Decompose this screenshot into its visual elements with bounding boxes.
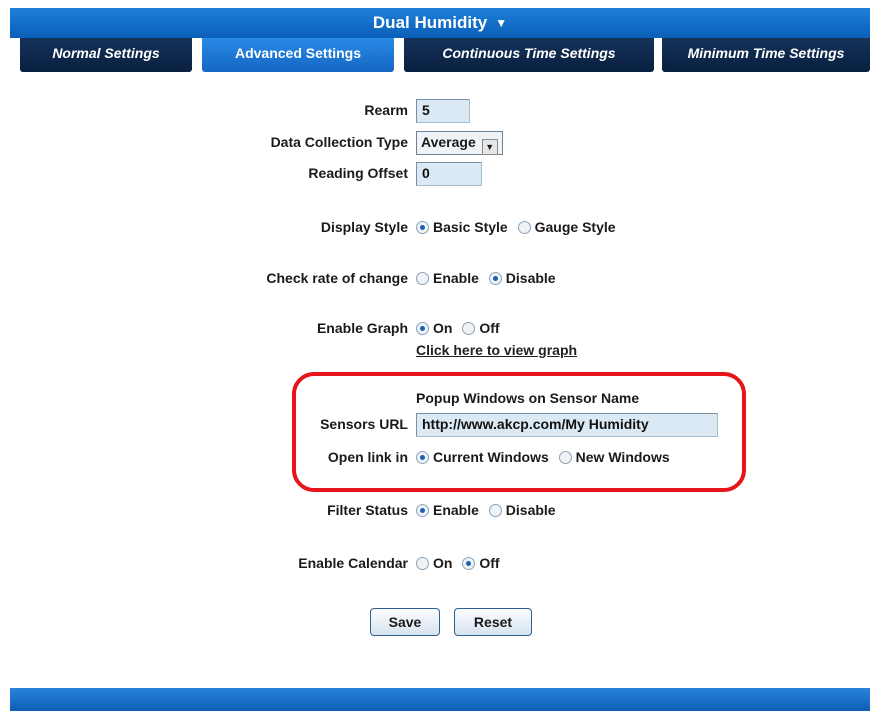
data-collection-type-select[interactable]: Average ▼ xyxy=(416,131,503,155)
radio-selected-icon[interactable] xyxy=(416,504,429,517)
sensors-url-label: Sensors URL xyxy=(320,416,408,432)
radio-unselected-icon[interactable] xyxy=(517,221,531,234)
tab-advanced-settings[interactable]: Advanced Settings xyxy=(202,38,394,72)
radio-selected-icon[interactable] xyxy=(462,557,476,570)
radio-selected-icon[interactable] xyxy=(488,272,502,285)
view-graph-row: Click here to view graph xyxy=(10,342,870,368)
window-title-bar[interactable]: Dual Humidity ▼ xyxy=(10,8,870,38)
radio-selected-icon[interactable] xyxy=(416,451,429,464)
radio-unselected-icon[interactable] xyxy=(462,322,476,335)
save-button[interactable]: Save xyxy=(370,608,440,636)
rate-of-change-label: Check rate of change xyxy=(266,270,408,286)
open-link-row: Open link in Current Windows New Windows xyxy=(10,446,870,472)
rate-of-change-disable-option[interactable]: Disable xyxy=(488,270,556,286)
open-link-new-option[interactable]: New Windows xyxy=(558,449,670,465)
data-collection-type-value: Average xyxy=(421,134,476,150)
open-link-current-option[interactable]: Current Windows xyxy=(416,449,549,465)
enable-calendar-off-option[interactable]: Off xyxy=(462,555,500,571)
radio-unselected-icon[interactable] xyxy=(488,504,502,517)
data-collection-type-row: Data Collection Type Average ▼ xyxy=(10,131,870,157)
open-link-label: Open link in xyxy=(327,449,408,465)
enable-graph-row: Enable Graph On Off xyxy=(10,317,870,343)
enable-graph-on-option[interactable]: On xyxy=(416,320,452,336)
page-title: Dual Humidity xyxy=(372,13,488,32)
radio-unselected-icon[interactable] xyxy=(416,557,429,570)
reset-button[interactable]: Reset xyxy=(454,608,532,636)
filter-status-row: Filter Status Enable Disable xyxy=(10,499,870,525)
enable-graph-off-option[interactable]: Off xyxy=(462,320,500,336)
view-graph-link[interactable]: Click here to view graph xyxy=(416,342,577,358)
dropdown-arrow-icon[interactable]: ▼ xyxy=(495,16,507,30)
filter-status-disable-option[interactable]: Disable xyxy=(488,502,556,518)
radio-selected-icon[interactable] xyxy=(416,322,429,335)
settings-tabs: Normal Settings Advanced Settings Contin… xyxy=(10,38,870,72)
reading-offset-label: Reading Offset xyxy=(308,165,408,181)
rearm-input[interactable]: 5 xyxy=(416,99,470,123)
enable-calendar-on-option[interactable]: On xyxy=(416,555,452,571)
tab-normal-settings[interactable]: Normal Settings xyxy=(20,38,192,72)
display-style-gauge-option[interactable]: Gauge Style xyxy=(517,219,616,235)
tab-continuous-time-settings[interactable]: Continuous Time Settings xyxy=(404,38,654,72)
filter-status-enable-option[interactable]: Enable xyxy=(416,502,479,518)
enable-calendar-label: Enable Calendar xyxy=(298,555,408,571)
filter-status-label: Filter Status xyxy=(327,502,408,518)
radio-selected-icon[interactable] xyxy=(416,221,429,234)
display-style-row: Display Style Basic Style Gauge Style xyxy=(10,216,870,242)
data-collection-type-label: Data Collection Type xyxy=(270,134,408,150)
chevron-down-icon[interactable]: ▼ xyxy=(481,139,498,155)
reading-offset-row: Reading Offset 0 xyxy=(10,162,870,188)
rate-of-change-enable-option[interactable]: Enable xyxy=(416,270,479,286)
enable-graph-label: Enable Graph xyxy=(316,320,408,336)
tab-minimum-time-settings[interactable]: Minimum Time Settings xyxy=(662,38,870,72)
rate-of-change-row: Check rate of change Enable Disable xyxy=(10,267,870,293)
footer-bar xyxy=(10,688,870,711)
sensors-url-input[interactable]: http://www.akcp.com/My Humidity xyxy=(416,413,718,437)
enable-calendar-row: Enable Calendar On Off xyxy=(10,552,870,578)
advanced-settings-form: Rearm 5 Data Collection Type Average ▼ Re… xyxy=(10,72,870,687)
popup-section-title: Popup Windows on Sensor Name xyxy=(416,390,640,406)
radio-unselected-icon[interactable] xyxy=(416,272,429,285)
radio-unselected-icon[interactable] xyxy=(558,451,572,464)
sensors-url-row: Sensors URL http://www.akcp.com/My Humid… xyxy=(10,413,870,439)
display-style-basic-option[interactable]: Basic Style xyxy=(416,219,508,235)
display-style-label: Display Style xyxy=(320,219,408,235)
rearm-row: Rearm 5 xyxy=(10,99,870,125)
reading-offset-input[interactable]: 0 xyxy=(416,162,482,186)
rearm-label: Rearm xyxy=(364,102,408,118)
